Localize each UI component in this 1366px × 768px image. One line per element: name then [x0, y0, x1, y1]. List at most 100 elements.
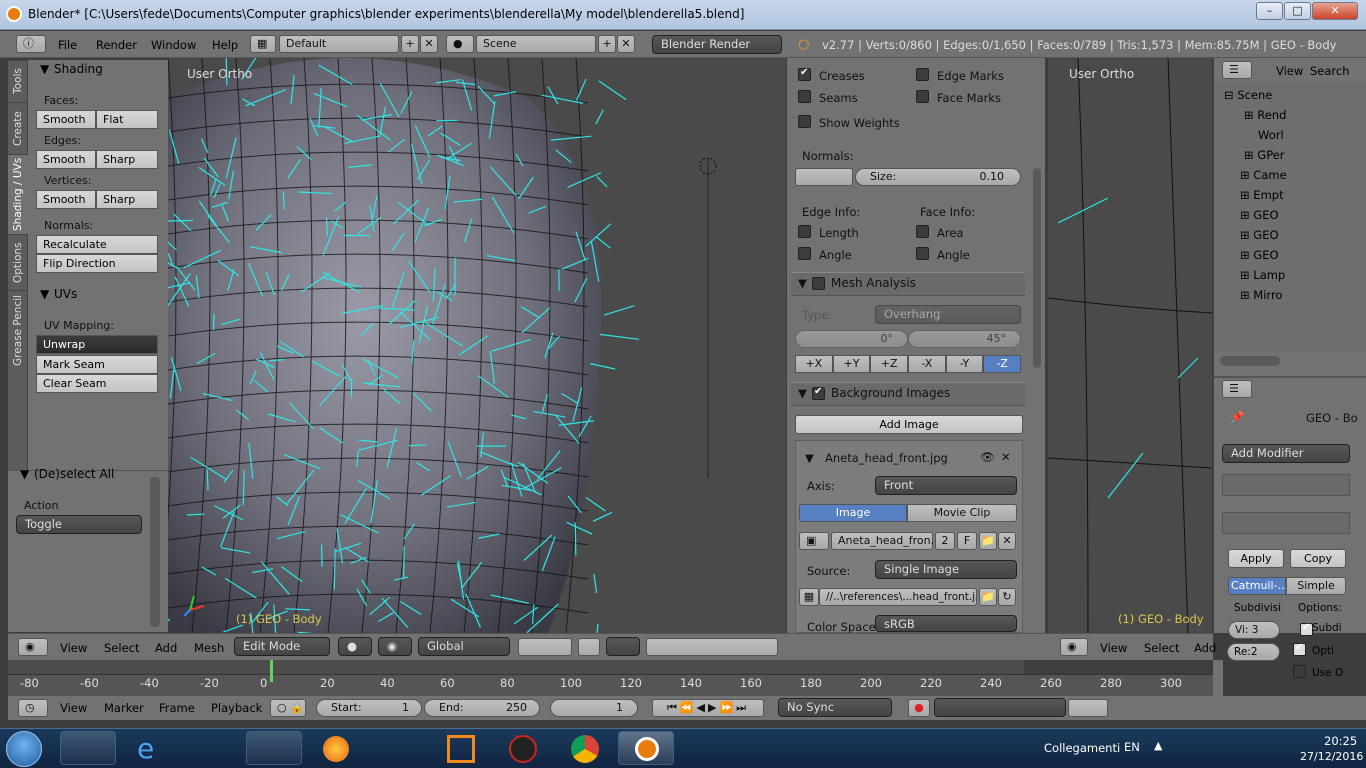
tl-menu-marker[interactable]: Marker	[104, 701, 144, 715]
color-space-select[interactable]: sRGB	[875, 615, 1017, 632]
menu-help[interactable]: Help	[212, 38, 238, 52]
tab-image[interactable]: Image	[799, 504, 907, 522]
pivot-select[interactable]: ◉	[378, 637, 412, 656]
select-mode-buttons[interactable]	[518, 638, 572, 656]
face-angle-checkbox[interactable]	[916, 247, 929, 260]
viewport-shading-select[interactable]: ●	[338, 637, 372, 656]
source-select[interactable]: Single Image	[875, 560, 1017, 579]
operator-panel-arrow-icon[interactable]: ▼	[20, 467, 29, 481]
lock-range-buttons[interactable]: ○ 🔒	[270, 699, 306, 717]
area-checkbox[interactable]	[916, 225, 929, 238]
uvs-panel-arrow-icon[interactable]: ▼	[40, 287, 49, 301]
keying-set-field[interactable]	[934, 698, 1066, 717]
close-button[interactable]: ✕	[1312, 2, 1358, 20]
tl-menu-playback[interactable]: Playback	[211, 701, 262, 715]
menu-render[interactable]: Render	[96, 38, 137, 52]
taskbar-blender-icon[interactable]	[618, 731, 674, 765]
clock-time[interactable]: 20:25	[1324, 734, 1357, 748]
tl-menu-frame[interactable]: Frame	[159, 701, 195, 715]
end-frame-field[interactable]: End: 250	[424, 699, 540, 717]
vertices-smooth-button[interactable]: Smooth	[36, 190, 96, 209]
flip-direction-button[interactable]: Flip Direction	[36, 254, 158, 273]
pack-image-icon[interactable]: ▦	[799, 588, 819, 606]
use-opensubdiv-checkbox[interactable]	[1293, 665, 1306, 678]
normal-size-field[interactable]: Size: 0.10	[855, 168, 1021, 186]
add-scene-icon[interactable]: +	[598, 35, 616, 53]
remove-layout-icon[interactable]: ✕	[420, 35, 438, 53]
outliner-item-lamp[interactable]: ⊞ Lamp	[1240, 268, 1285, 282]
taskbar-gimp-icon[interactable]	[184, 731, 240, 765]
proportional-edit-select[interactable]	[606, 637, 640, 656]
axis-minus-y-button[interactable]: -Y	[945, 355, 984, 373]
reload-image-icon[interactable]: ↻	[998, 588, 1016, 606]
vp-menu-view[interactable]: View	[60, 641, 87, 655]
faces-smooth-button[interactable]: Smooth	[36, 110, 96, 129]
tab-grease-pencil[interactable]: Grease Pencil	[8, 290, 28, 370]
axis-minus-z-button[interactable]: -Z	[983, 355, 1022, 373]
optimal-display-checkbox[interactable]	[1293, 642, 1306, 656]
eye-icon[interactable]: 👁	[980, 450, 995, 464]
image-users-count[interactable]: 2	[935, 532, 955, 550]
start-button[interactable]	[6, 731, 42, 767]
tab-shading-uvs[interactable]: Shading / UVs	[8, 154, 28, 234]
edges-sharp-button[interactable]: Sharp	[96, 150, 158, 169]
orientation-select[interactable]: Global	[418, 637, 510, 656]
maximize-button[interactable]: □	[1284, 2, 1311, 20]
tray-expand-icon[interactable]: ▲	[1154, 739, 1162, 752]
current-frame-field[interactable]: 1	[550, 699, 638, 717]
vp2-menu-add[interactable]: Add	[1194, 641, 1216, 655]
pin-icon[interactable]: 📌	[1230, 410, 1244, 424]
outliner-item-mirror[interactable]: ⊞ Mirro	[1240, 288, 1282, 302]
axis-minus-x-button[interactable]: -X	[908, 355, 946, 373]
modifier-1-header[interactable]	[1222, 474, 1350, 496]
modifier-2-header[interactable]	[1222, 512, 1350, 534]
tab-tools[interactable]: Tools	[8, 60, 28, 102]
face-marks-checkbox[interactable]	[916, 90, 929, 103]
menu-window[interactable]: Window	[151, 38, 196, 52]
taskbar-md-icon[interactable]	[494, 731, 550, 765]
analysis-type-select[interactable]: Overhang	[875, 305, 1021, 324]
outliner-scrollbar[interactable]	[1220, 356, 1280, 366]
view-levels-field[interactable]: Vi: 3	[1228, 621, 1280, 639]
edges-smooth-button[interactable]: Smooth	[36, 150, 96, 169]
creases-checkbox[interactable]	[798, 67, 811, 81]
show-weights-checkbox[interactable]	[798, 115, 811, 128]
scene-field[interactable]: Scene	[476, 35, 596, 53]
render-engine-select[interactable]: Blender Render	[652, 35, 782, 54]
background-images-checkbox[interactable]	[812, 386, 825, 400]
taskbar-app-icon[interactable]	[432, 731, 488, 765]
vp2-menu-view[interactable]: View	[1100, 641, 1127, 655]
mode-select[interactable]: Edit Mode	[234, 637, 330, 656]
outliner-item-world[interactable]: Worl	[1258, 128, 1284, 142]
screen-layout-icon[interactable]: ▦	[250, 35, 276, 53]
viewport2-editor-icon[interactable]: ◉	[1060, 638, 1088, 656]
axis-plus-z-button[interactable]: +Z	[870, 355, 909, 373]
add-modifier-select[interactable]: Add Modifier	[1222, 444, 1350, 463]
mesh-analysis-checkbox[interactable]	[812, 277, 825, 290]
add-layout-icon[interactable]: +	[401, 35, 419, 53]
taskbar-firefox-icon[interactable]	[308, 731, 364, 765]
3d-viewport[interactable]: User Ortho (1) GEO - Body	[168, 58, 786, 633]
copy-button[interactable]: Copy	[1290, 549, 1346, 568]
start-frame-field[interactable]: Start: 1	[316, 699, 422, 717]
outliner-item-gpencil[interactable]: ⊞ GPer	[1244, 148, 1285, 162]
properties-scrollbar[interactable]	[1033, 168, 1041, 368]
taskbar-chrome-icon[interactable]	[556, 731, 612, 765]
axis-select[interactable]: Front	[875, 476, 1017, 495]
max-angle-field[interactable]: 45°	[908, 330, 1021, 348]
tab-options[interactable]: Options	[8, 234, 28, 290]
outliner-item-camera[interactable]: ⊞ Came	[1240, 168, 1287, 182]
recalculate-button[interactable]: Recalculate	[36, 235, 158, 254]
menu-file[interactable]: File	[58, 38, 77, 52]
unwrap-menu[interactable]: Unwrap	[36, 335, 158, 354]
properties-editor-icon[interactable]: ☰	[1222, 380, 1252, 398]
image-browse-icon[interactable]: ▣	[799, 532, 829, 550]
mesh-analysis-arrow-icon[interactable]: ▼	[798, 276, 807, 290]
apply-button[interactable]: Apply	[1228, 549, 1284, 568]
screen-layout-field[interactable]: Default	[279, 35, 399, 53]
clear-seam-button[interactable]: Clear Seam	[36, 374, 158, 393]
scene-icon[interactable]: ●	[446, 35, 474, 53]
axis-plus-y-button[interactable]: +Y	[832, 355, 871, 373]
vp2-menu-select[interactable]: Select	[1144, 641, 1179, 655]
edge-angle-checkbox[interactable]	[798, 247, 811, 260]
